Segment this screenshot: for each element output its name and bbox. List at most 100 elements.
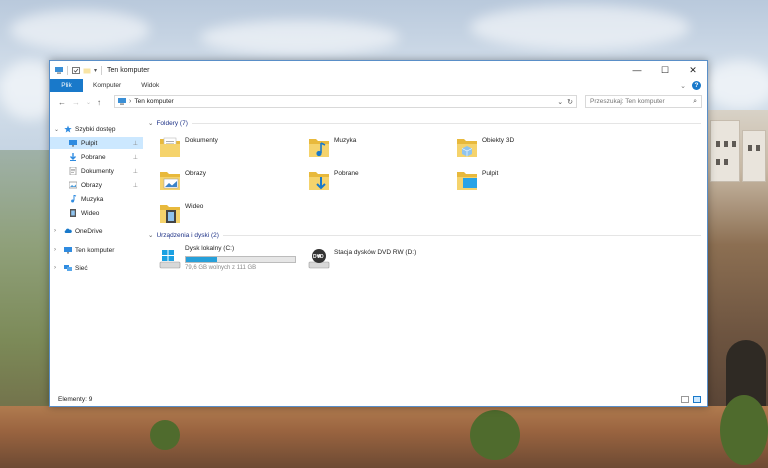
folder-label: Obiekty 3D (482, 137, 515, 144)
folder-label: Pobrane (334, 170, 359, 177)
video-folder-icon (160, 205, 180, 223)
3d-objects-folder-icon (457, 139, 477, 157)
help-button[interactable]: ? (692, 81, 701, 90)
caption-buttons: — ☐ ✕ (623, 61, 707, 79)
sidebar-item-documents[interactable]: Dokumenty ⊥ (50, 165, 143, 177)
customize-toolbar-icon[interactable]: ▾ (94, 67, 97, 74)
drive-dvd-d[interactable]: DVD Stacja dysków DVD RW (D:) (308, 245, 453, 275)
content-area: ⌄ Foldery (7) Dokumenty Muzyka Obiekty 3… (146, 115, 704, 391)
address-bar[interactable]: › Ten komputer ⌄ ↻ (114, 95, 577, 108)
sidebar-item-quick-access[interactable]: ⌄ Szybki dostęp (50, 123, 143, 135)
pictures-icon (69, 181, 77, 189)
search-input[interactable] (590, 98, 690, 105)
quick-access-toolbar: ▾ (55, 65, 103, 75)
drive-usage-fill (186, 257, 217, 262)
sidebar-item-downloads[interactable]: Pobrane ⊥ (50, 151, 143, 163)
bush (470, 410, 520, 460)
folder-label: Wideo (185, 203, 204, 210)
sidebar-item-label: Szybki dostęp (75, 125, 116, 133)
building-window (748, 145, 752, 151)
back-button[interactable]: ← (58, 98, 66, 107)
divider (222, 234, 701, 236)
bush (720, 395, 768, 465)
drive-free-space: 79,6 GB wolnych z 111 GB (185, 265, 257, 271)
title-bar[interactable]: ▾ Ten komputer — ☐ ✕ (50, 61, 707, 79)
sidebar-item-music[interactable]: Muzyka (50, 193, 143, 205)
music-icon (71, 195, 77, 203)
sidebar-item-label: Sieć (75, 264, 88, 272)
group-header-devices[interactable]: ⌄ Urządzenia i dyski (2) (146, 230, 701, 240)
new-folder-icon[interactable] (83, 67, 91, 74)
network-icon (64, 265, 72, 271)
desktop-icon (69, 140, 77, 147)
folder-pictures[interactable]: Obrazy (159, 166, 304, 196)
divider (101, 65, 103, 75)
folder-3d-objects[interactable]: Obiekty 3D (456, 133, 601, 163)
folder-music[interactable]: Muzyka (308, 133, 453, 163)
folder-video[interactable]: Wideo (159, 199, 304, 229)
pin-icon: ⊥ (132, 168, 138, 175)
details-view-button[interactable] (681, 395, 689, 403)
documents-icon (69, 167, 77, 175)
video-icon (70, 209, 76, 217)
pin-icon: ⊥ (132, 154, 138, 161)
chevron-down-icon[interactable]: ⌄ (680, 82, 686, 90)
cloud (10, 10, 150, 50)
music-folder-icon (309, 139, 329, 157)
chevron-right-icon[interactable]: › (54, 265, 56, 271)
sidebar-item-desktop[interactable]: Pulpit ⊥ (50, 137, 143, 149)
chevron-right-icon[interactable]: › (54, 247, 56, 253)
downloads-folder-icon (309, 172, 329, 190)
computer-icon (55, 66, 63, 74)
bush (150, 420, 180, 450)
refresh-button[interactable]: ↻ (567, 98, 573, 106)
building-window (724, 141, 728, 147)
sidebar-item-network[interactable]: › Sieć (50, 262, 143, 274)
building-window (724, 159, 728, 165)
navigation-bar: ← → ⌄ ↑ › Ten komputer ⌄ ↻ ⌕ (50, 93, 707, 111)
landscape-town (706, 110, 768, 460)
sidebar-item-pictures[interactable]: Obrazy ⊥ (50, 179, 143, 191)
breadcrumb-separator[interactable]: › (129, 98, 131, 105)
sidebar-item-label: Muzyka (81, 195, 104, 203)
folder-downloads[interactable]: Pobrane (308, 166, 453, 196)
close-button[interactable]: ✕ (679, 61, 707, 79)
cloud-icon (64, 228, 72, 233)
chevron-down-icon[interactable]: ⌄ (148, 119, 153, 127)
building (710, 120, 740, 182)
chevron-down-icon[interactable]: ⌄ (148, 231, 153, 239)
group-header-folders[interactable]: ⌄ Foldery (7) (146, 118, 701, 128)
group-title: Urządzenia i dyski (2) (156, 231, 219, 239)
large-icons-view-button[interactable] (693, 395, 701, 403)
properties-icon[interactable] (72, 66, 80, 74)
windows-drive-icon (159, 250, 181, 269)
drive-local-c[interactable]: Dysk lokalny (C:) 79,6 GB wolnych z 111 … (159, 245, 304, 275)
pin-icon: ⊥ (132, 140, 138, 147)
folder-label: Pulpit (482, 170, 499, 177)
up-button[interactable]: ↑ (97, 98, 101, 107)
tab-view[interactable]: Widok (131, 79, 169, 92)
maximize-button[interactable]: ☐ (651, 61, 679, 79)
tab-computer[interactable]: Komputer (83, 79, 131, 92)
address-dropdown-button[interactable]: ⌄ (557, 98, 563, 106)
sidebar-item-video[interactable]: Wideo (50, 207, 143, 219)
tab-file[interactable]: Plik (50, 79, 83, 92)
minimize-button[interactable]: — (623, 61, 651, 79)
sidebar-item-onedrive[interactable]: › OneDrive (50, 225, 143, 237)
sidebar-item-this-pc[interactable]: › Ten komputer (50, 244, 143, 256)
chevron-down-icon[interactable]: ⌄ (54, 126, 59, 133)
search-box[interactable]: ⌕ (585, 95, 702, 108)
folder-label: Muzyka (334, 137, 357, 144)
star-icon (64, 125, 72, 133)
download-icon (70, 153, 76, 161)
breadcrumb-this-pc[interactable]: Ten komputer (134, 98, 173, 105)
folder-documents[interactable]: Dokumenty (159, 133, 304, 163)
chevron-right-icon[interactable]: › (54, 228, 56, 234)
search-icon[interactable]: ⌕ (693, 98, 697, 106)
building-window (716, 159, 720, 165)
forward-button[interactable]: → (72, 98, 80, 107)
recent-locations-button[interactable]: ⌄ (86, 99, 91, 106)
folder-desktop[interactable]: Pulpit (456, 166, 601, 196)
building-window (732, 141, 736, 147)
sidebar-item-label: Pulpit (81, 139, 98, 147)
